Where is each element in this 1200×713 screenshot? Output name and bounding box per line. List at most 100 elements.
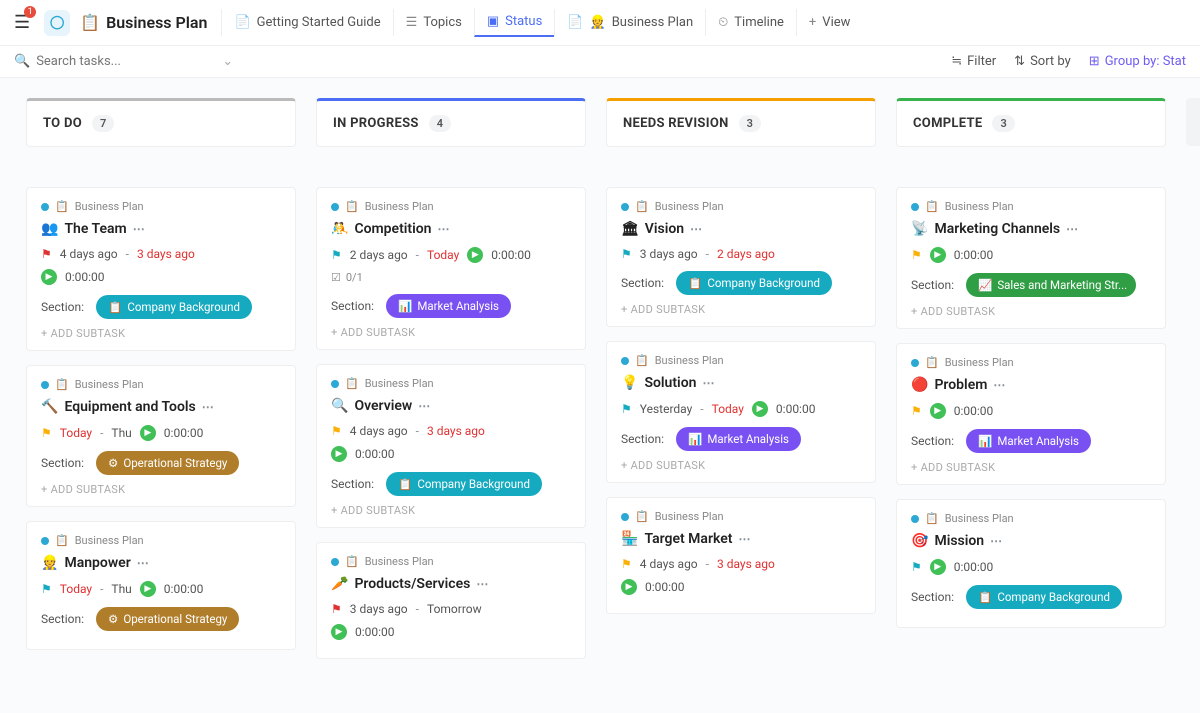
card-the-team[interactable]: 📋Business Plan 👥The Team⋯ ⚑4 days ago-3 …	[26, 187, 296, 351]
filter-button[interactable]: ≒Filter	[951, 54, 996, 69]
section-chip[interactable]: 📊Market Analysis	[676, 427, 801, 451]
card-mission[interactable]: 📋Business Plan 🎯Mission⋯ ⚑▶0:00:00 Secti…	[896, 499, 1166, 628]
flag-icon: ⚑	[621, 402, 632, 416]
card-equipment[interactable]: 📋Business Plan 🔨Equipment and Tools⋯ ⚑To…	[26, 365, 296, 507]
tab-add-view[interactable]: +View	[796, 9, 863, 36]
more-icon[interactable]: ⋯	[690, 222, 702, 236]
play-icon[interactable]: ▶	[752, 401, 768, 417]
card-vision[interactable]: 📋Business Plan 🏛Vision⋯ ⚑3 days ago-2 da…	[606, 187, 876, 327]
tab-topics[interactable]: ☰Topics	[393, 9, 474, 36]
more-icon[interactable]: ⋯	[702, 376, 714, 390]
board-icon: ▣	[487, 14, 499, 29]
card-marketing-channels[interactable]: 📋Business Plan 📡Marketing Channels⋯ ⚑▶0:…	[896, 187, 1166, 329]
red-circle-icon: 🔴	[911, 377, 928, 393]
column-header-todo[interactable]: TO DO 7	[26, 98, 296, 147]
section-chip[interactable]: 📈Sales and Marketing Str...	[966, 273, 1136, 297]
column-header-progress[interactable]: IN PROGRESS 4	[316, 98, 586, 147]
search-box[interactable]: 🔍 ⌄	[14, 54, 951, 69]
play-icon[interactable]: ▶	[467, 247, 483, 263]
more-icon[interactable]: ⋯	[133, 222, 145, 236]
add-subtask-button[interactable]: + ADD SUBTASK	[41, 327, 281, 340]
section-chip[interactable]: 📋Company Background	[676, 271, 832, 295]
folder-icon: 📋	[55, 200, 69, 213]
add-subtask-button[interactable]: + ADD SUBTASK	[911, 461, 1151, 474]
card-products[interactable]: 📋Business Plan 🥕Products/Services⋯ ⚑3 da…	[316, 542, 586, 659]
more-icon[interactable]: ⋯	[418, 399, 430, 413]
add-subtask-button[interactable]: + ADD SUBTASK	[911, 305, 1151, 318]
section-chip[interactable]: 📊Market Analysis	[386, 294, 511, 318]
card-problem[interactable]: 📋Business Plan 🔴Problem⋯ ⚑▶0:00:00 Secti…	[896, 343, 1166, 485]
section-chip[interactable]: 📊Market Analysis	[966, 429, 1091, 453]
more-icon[interactable]: ⋯	[738, 532, 750, 546]
section-chip[interactable]: ⚙Operational Strategy	[96, 451, 239, 475]
add-subtask-button[interactable]: + ADD SUBTASK	[331, 504, 571, 517]
section-chip[interactable]: ⚙Operational Strategy	[96, 607, 239, 631]
count-badge: 7	[92, 115, 114, 132]
group-by-button[interactable]: ⊞Group by: Stat	[1089, 54, 1186, 69]
page-title: 📋 Business Plan	[80, 13, 207, 32]
menu-toggle[interactable]: ☰1	[10, 8, 34, 37]
flag-icon: ⚑	[331, 424, 342, 438]
flag-icon: ⚑	[621, 247, 632, 261]
add-subtask-button[interactable]: + ADD SUBTASK	[331, 326, 571, 339]
column-header-placeholder[interactable]	[1186, 98, 1200, 146]
pillar-icon: 🏛	[621, 221, 639, 237]
plus-icon: +	[809, 15, 816, 30]
card-manpower[interactable]: 📋Business Plan 👷Manpower⋯ ⚑Today-Thu▶0:0…	[26, 521, 296, 650]
more-icon[interactable]: ⋯	[137, 556, 149, 570]
column-complete: COMPLETE 3 📋Business Plan 📡Marketing Cha…	[896, 98, 1166, 642]
section-chip[interactable]: 📋Company Background	[96, 295, 252, 319]
play-icon[interactable]: ▶	[930, 247, 946, 263]
topbar: ☰1 ◯ 📋 Business Plan 📄Getting Started Gu…	[0, 0, 1200, 46]
more-icon[interactable]: ⋯	[990, 534, 1002, 548]
card-competition[interactable]: 📋Business Plan 🤼Competition⋯ ⚑2 days ago…	[316, 187, 586, 350]
column-header-complete[interactable]: COMPLETE 3	[896, 98, 1166, 147]
search-input[interactable]	[36, 54, 196, 69]
satellite-icon: 📡	[911, 221, 928, 237]
kanban-board: TO DO 7 📋Business Plan 👥The Team⋯ ⚑4 day…	[0, 78, 1200, 713]
column-in-progress: IN PROGRESS 4 📋Business Plan 🤼Competitio…	[316, 98, 586, 673]
section-chip[interactable]: 📋Company Background	[966, 585, 1122, 609]
play-icon[interactable]: ▶	[930, 559, 946, 575]
card-solution[interactable]: 📋Business Plan 💡Solution⋯ ⚑Yesterday-Tod…	[606, 341, 876, 483]
play-icon[interactable]: ▶	[331, 624, 347, 640]
section-chip[interactable]: 📋Company Background	[386, 472, 542, 496]
play-icon[interactable]: ▶	[140, 425, 156, 441]
more-icon[interactable]: ⋯	[438, 222, 450, 236]
sort-button[interactable]: ⇅Sort by	[1014, 54, 1071, 69]
tab-timeline[interactable]: ⏲Timeline	[705, 9, 796, 36]
filter-icon: ≒	[951, 54, 962, 69]
play-icon[interactable]: ▶	[621, 579, 637, 595]
card-overview[interactable]: 📋Business Plan 🔍Overview⋯ ⚑4 days ago-3 …	[316, 364, 586, 528]
store-icon: 🏪	[621, 531, 638, 547]
more-icon[interactable]: ⋯	[993, 378, 1005, 392]
card-target-market[interactable]: 📋Business Plan 🏪Target Market⋯ ⚑4 days a…	[606, 497, 876, 614]
tab-status[interactable]: ▣Status	[474, 8, 554, 37]
more-icon[interactable]: ⋯	[202, 400, 214, 414]
more-icon[interactable]: ⋯	[476, 577, 488, 591]
play-icon[interactable]: ▶	[331, 446, 347, 462]
tab-getting-started[interactable]: 📄Getting Started Guide	[221, 9, 392, 36]
play-icon[interactable]: ▶	[140, 581, 156, 597]
add-subtask-button[interactable]: + ADD SUBTASK	[621, 459, 861, 472]
tab-business-plan[interactable]: 📄👷Business Plan	[554, 9, 705, 36]
app-logo-icon[interactable]: ◯	[44, 10, 70, 36]
column-header-revision[interactable]: NEEDS REVISION 3	[606, 98, 876, 147]
add-subtask-button[interactable]: + ADD SUBTASK	[621, 303, 861, 316]
play-icon[interactable]: ▶	[930, 403, 946, 419]
magnifier-icon: 🔍	[331, 398, 348, 414]
play-icon[interactable]: ▶	[41, 269, 57, 285]
more-icon[interactable]: ⋯	[1066, 222, 1078, 236]
wrestle-icon: 🤼	[331, 221, 348, 237]
checklist-progress: ☑0/1	[331, 271, 571, 284]
flag-icon: ⚑	[331, 248, 342, 262]
bulb-icon: 💡	[621, 375, 638, 391]
chevron-down-icon[interactable]: ⌄	[222, 54, 233, 69]
flag-icon: ⚑	[41, 426, 52, 440]
add-subtask-button[interactable]: + ADD SUBTASK	[41, 483, 281, 496]
carrot-icon: 🥕	[331, 576, 348, 592]
toolbar: 🔍 ⌄ ≒Filter ⇅Sort by ⊞Group by: Stat	[0, 46, 1200, 78]
worker-icon: 👷	[41, 555, 58, 571]
flag-icon: ⚑	[621, 557, 632, 571]
column-needs-revision: NEEDS REVISION 3 📋Business Plan 🏛Vision⋯…	[606, 98, 876, 628]
